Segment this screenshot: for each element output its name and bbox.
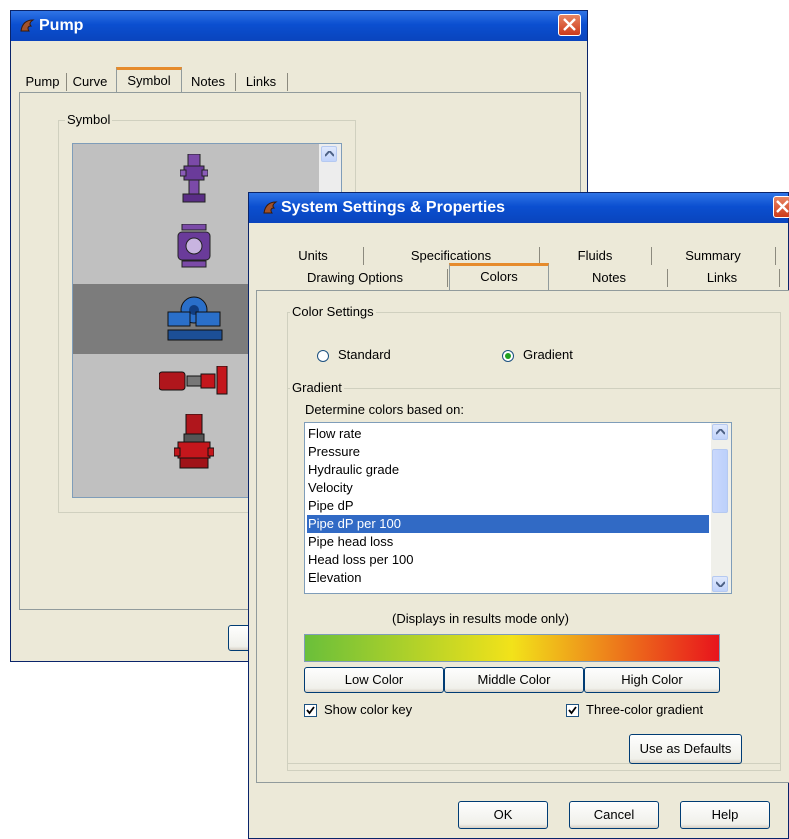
tab-links[interactable]: Links — [669, 267, 775, 289]
list-item[interactable]: Pipe dP — [307, 497, 709, 515]
pump-title-bar[interactable]: Pump — [11, 11, 587, 41]
list-item[interactable]: Head loss per 100 — [307, 551, 709, 569]
list-item-selected[interactable]: Pipe dP per 100 — [307, 515, 709, 533]
gradient-group: Gradient Determine colors based on: Flow… — [287, 380, 781, 764]
tab-notes[interactable]: Notes — [183, 71, 233, 93]
app-logo-icon — [263, 201, 278, 214]
settings-close-button[interactable] — [773, 196, 789, 218]
gradient-group-label: Gradient — [290, 380, 344, 395]
tab-fluids[interactable]: Fluids — [539, 245, 651, 267]
diaphragm-pump-icon — [177, 224, 211, 268]
scroll-down-button[interactable] — [712, 576, 728, 592]
checkmark-icon — [306, 706, 315, 715]
use-as-defaults-button[interactable]: Use as Defaults — [629, 734, 742, 764]
tab-drawing-options[interactable]: Drawing Options — [263, 267, 447, 289]
three-color-gradient-label[interactable]: Three-color gradient — [586, 702, 703, 717]
centrifugal-pump-icon — [167, 296, 223, 341]
vertical-pump-icon — [174, 414, 214, 469]
pump-tab-strip: Pump Curve Symbol Notes Links — [20, 67, 350, 94]
tab-summary[interactable]: Summary — [651, 245, 775, 267]
arrow-up-icon — [716, 429, 725, 435]
gradient-preview-bar — [304, 634, 720, 662]
pump-close-button[interactable] — [558, 14, 581, 36]
scroll-up-button[interactable] — [712, 424, 728, 440]
standard-radio[interactable] — [317, 350, 329, 362]
settings-window-title: System Settings & Properties — [281, 199, 506, 216]
results-mode-note: (Displays in results mode only) — [392, 611, 570, 626]
settings-tab-strip: Units Specifications Fluids Summary Draw… — [263, 243, 789, 292]
determine-colors-label: Determine colors based on: — [305, 402, 464, 417]
cancel-button[interactable]: Cancel — [569, 801, 659, 829]
scroll-thumb[interactable] — [712, 449, 728, 513]
tab-symbol[interactable]: Symbol — [116, 67, 182, 94]
help-button[interactable]: Help — [680, 801, 770, 829]
tab-notes[interactable]: Notes — [553, 267, 665, 289]
list-item[interactable]: Pipe head loss — [307, 533, 709, 551]
checkmark-icon — [568, 706, 577, 715]
show-color-key-label[interactable]: Show color key — [324, 702, 412, 717]
middle-color-button[interactable]: Middle Color — [444, 667, 584, 693]
symbol-group-label: Symbol — [65, 112, 113, 127]
close-icon — [563, 18, 576, 31]
low-color-button[interactable]: Low Color — [304, 667, 444, 693]
close-icon — [776, 200, 789, 213]
list-item[interactable]: Elevation — [307, 569, 709, 587]
tab-colors[interactable]: Colors — [449, 263, 549, 292]
scroll-up-button[interactable] — [321, 146, 337, 162]
app-logo-icon — [20, 19, 35, 32]
high-color-button[interactable]: High Color — [584, 667, 720, 693]
tab-links[interactable]: Links — [237, 71, 285, 93]
list-scrollbar[interactable] — [711, 423, 731, 593]
radio-selected-dot — [505, 353, 511, 359]
tab-curve[interactable]: Curve — [68, 71, 112, 93]
ok-button[interactable]: OK — [458, 801, 548, 829]
tab-units[interactable]: Units — [263, 245, 363, 267]
gradient-basis-list[interactable]: Flow rate Pressure Hydraulic grade Veloc… — [304, 422, 732, 594]
gradient-label[interactable]: Gradient — [523, 347, 573, 362]
settings-window: System Settings & Properties Units Speci… — [248, 192, 789, 839]
settings-title-bar[interactable]: System Settings & Properties — [249, 193, 788, 223]
colors-tab-panel: Color Settings Standard Gradient Gradien… — [256, 290, 789, 783]
list-item[interactable]: Pressure — [307, 443, 709, 461]
sanitary-pump-icon — [180, 154, 208, 203]
tab-pump[interactable]: Pump — [20, 71, 65, 93]
pump-window-title: Pump — [39, 17, 84, 34]
inline-motor-pump-icon — [159, 366, 228, 395]
list-item[interactable]: Velocity — [307, 479, 709, 497]
color-settings-label: Color Settings — [290, 304, 376, 319]
list-item[interactable]: Flow rate — [307, 425, 709, 443]
gradient-radio[interactable] — [502, 350, 514, 362]
three-color-gradient-checkbox[interactable] — [566, 704, 579, 717]
color-settings-group: Color Settings Standard Gradient Gradien… — [287, 304, 781, 771]
arrow-down-icon — [716, 581, 725, 587]
arrow-up-icon — [325, 151, 334, 157]
show-color-key-checkbox[interactable] — [304, 704, 317, 717]
standard-label[interactable]: Standard — [338, 347, 391, 362]
list-item[interactable]: Hydraulic grade — [307, 461, 709, 479]
